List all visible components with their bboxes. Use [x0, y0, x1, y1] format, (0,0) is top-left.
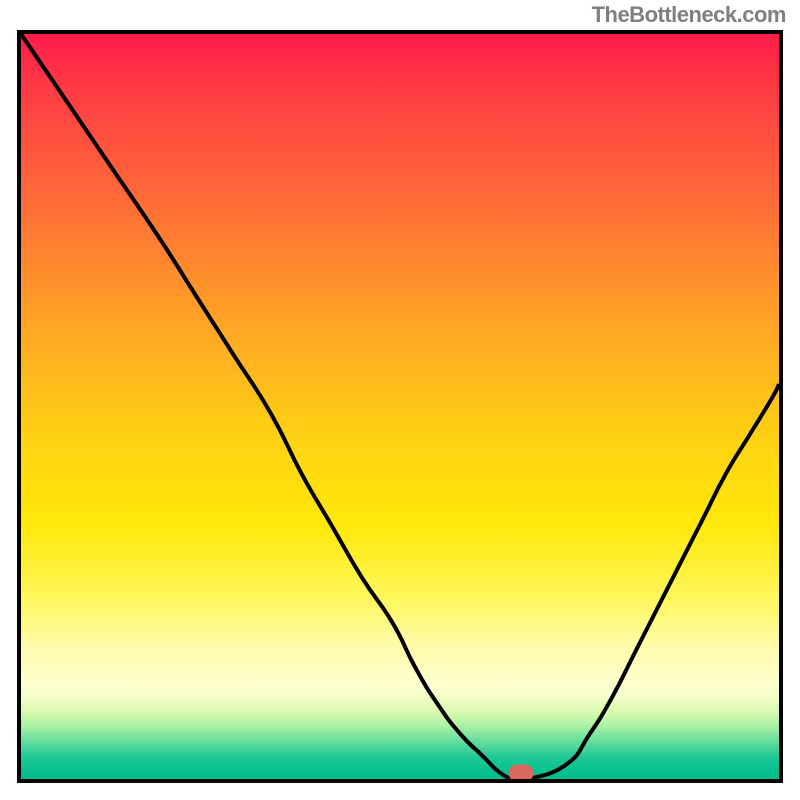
bottleneck-curve — [21, 34, 779, 779]
chart-frame: TheBottleneck.com — [0, 0, 800, 800]
plot-area — [17, 30, 783, 783]
attribution-text: TheBottleneck.com — [592, 2, 786, 28]
min-marker — [509, 765, 534, 782]
